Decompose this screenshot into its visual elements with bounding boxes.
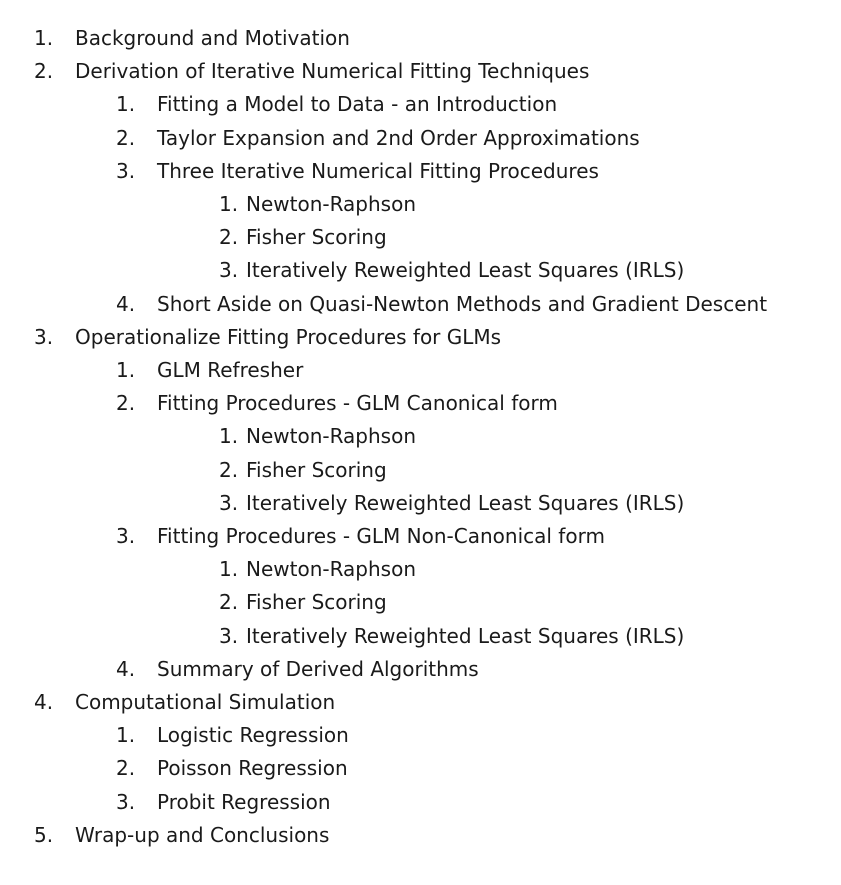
outline-item-text: Fisher Scoring [246, 225, 387, 250]
outline-item-number: 5. [34, 822, 54, 847]
outline-item-number: 2. [34, 59, 54, 84]
outline-item-number: 3. [116, 524, 136, 548]
outline-item-text: Wrap-up and Conclusions [75, 822, 330, 847]
outline-item-number: 3. [116, 158, 136, 183]
outline-item-text: Fitting a Model to Data - an Introductio… [157, 92, 558, 117]
outline-item-number: 1. [116, 358, 136, 382]
outline-item-number: 4. [116, 291, 136, 316]
outline-item-text: Derivation of Iterative Numerical Fittin… [75, 59, 590, 84]
outline-item-text: Poisson Regression [157, 756, 348, 781]
outline-item-number: 3. [219, 623, 239, 648]
outline-item-number: 3. [219, 258, 239, 283]
outline-item-text: Summary of Derived Algorithms [157, 656, 479, 681]
outline-item-number: 1. [219, 557, 239, 582]
outline-item-text: Fisher Scoring [246, 457, 387, 482]
outline-item-text: Fitting Procedures - GLM Canonical form [157, 391, 558, 416]
outline-item-number: 1. [219, 424, 239, 449]
outline-item-text: Newton-Raphson [246, 557, 417, 582]
outline-item-text: Iteratively Reweighted Least Squares (IR… [246, 258, 685, 283]
outline-item-number: 2. [116, 125, 136, 150]
outline-item-text: Operationalize Fitting Procedures for GL… [75, 324, 502, 349]
outline-item-text: Background and Motivation [75, 26, 350, 50]
outline-item-number: 1. [34, 26, 54, 50]
outline-item-number: 1. [116, 92, 136, 117]
outline-item-text: Short Aside on Quasi-Newton Methods and … [157, 291, 768, 316]
outline-item-number: 2. [219, 590, 239, 615]
outline-item-text: Fitting Procedures - GLM Non-Canonical f… [157, 524, 605, 548]
outline-item-text: Iteratively Reweighted Least Squares (IR… [246, 623, 685, 648]
outline-item-text: Computational Simulation [75, 690, 336, 714]
outline-item-number: 1. [219, 192, 239, 216]
outline-item-text: Iteratively Reweighted Least Squares (IR… [246, 490, 685, 515]
outline-item-number: 1. [116, 723, 136, 748]
outline-item-text: GLM Refresher [157, 358, 304, 382]
outline-item-number: 2. [116, 756, 136, 781]
outline-item-text: Taylor Expansion and 2nd Order Approxima… [157, 125, 640, 150]
outline-item-number: 2. [116, 391, 136, 416]
outline-item-number: 2. [219, 457, 239, 482]
outline-item-number: 3. [219, 490, 239, 515]
outline-item-text: Three Iterative Numerical Fitting Proced… [157, 158, 599, 183]
outline-item-text: Fisher Scoring [246, 590, 387, 615]
document-outline: 1. Background and Motivation 2. Derivation … [0, 0, 841, 885]
outline-item-number: 4. [34, 690, 54, 714]
outline-item-text: Probit Regression [157, 789, 331, 814]
outline-item-number: 3. [116, 789, 136, 814]
outline-item-number: 3. [34, 324, 54, 349]
outline-item-number: 2. [219, 225, 239, 250]
outline-item-text: Newton-Raphson [246, 424, 417, 449]
outline-item-text: Logistic Regression [157, 723, 349, 748]
outline-item-number: 4. [116, 656, 136, 681]
outline-item-text: Newton-Raphson [246, 192, 417, 216]
